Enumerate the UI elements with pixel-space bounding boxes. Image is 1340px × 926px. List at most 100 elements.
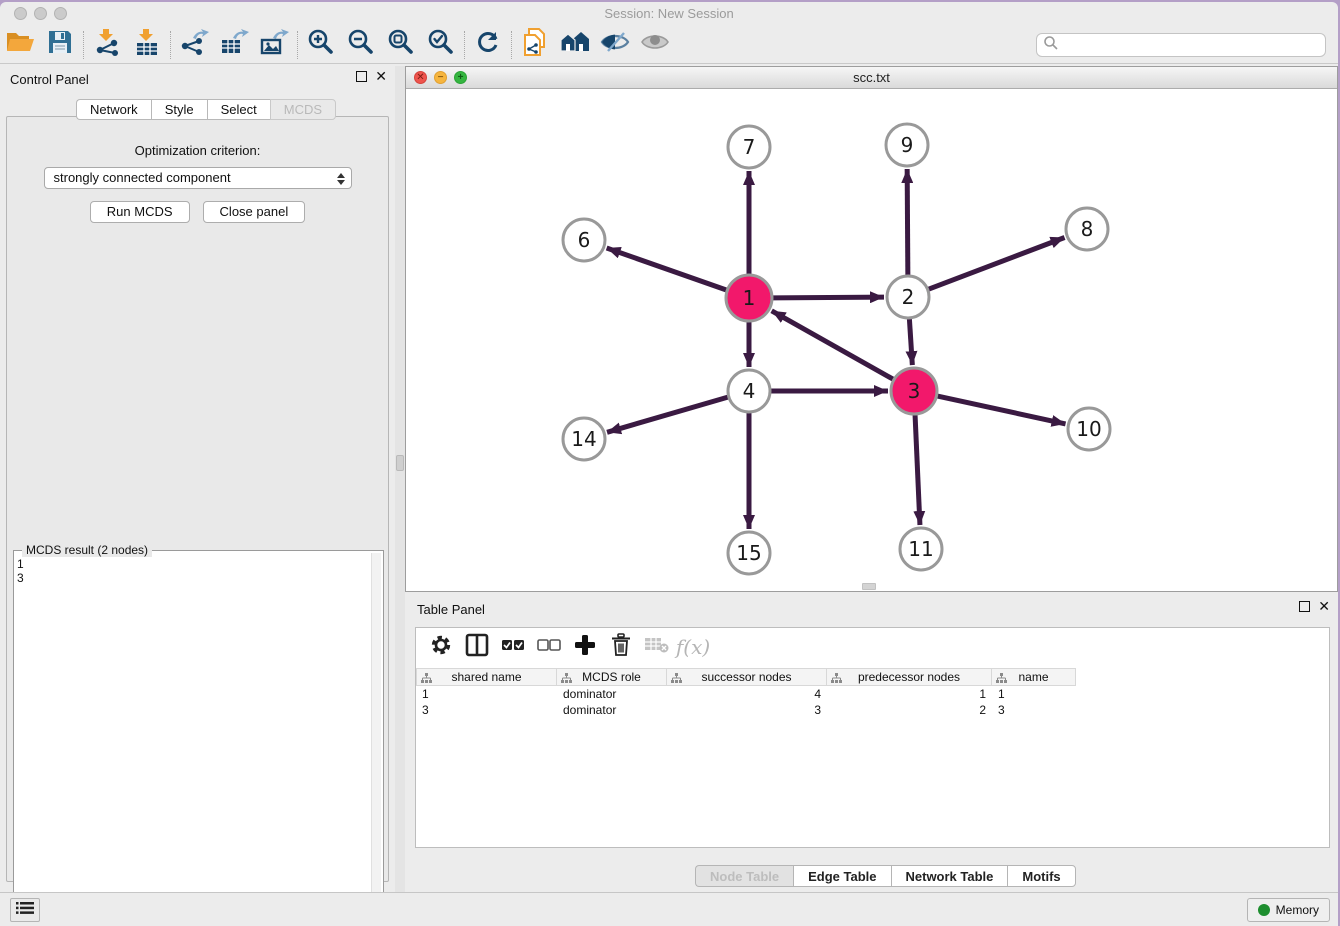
open-session-button[interactable] <box>0 29 40 61</box>
node-label-1: 1 <box>743 286 756 310</box>
cell-MCDS-role[interactable]: dominator <box>557 702 667 718</box>
app-titlebar: Session: New Session <box>0 2 1338 26</box>
fx-icon: f(x) <box>676 635 710 659</box>
control-panel-header: Control Panel ✕ <box>0 66 395 92</box>
export-table-button[interactable] <box>214 29 254 61</box>
cell-name[interactable]: 3 <box>992 702 1076 718</box>
edge-2-3[interactable] <box>909 319 912 365</box>
network-window-titlebar: ✕ − + scc.txt <box>406 67 1337 89</box>
toggle-column-button[interactable] <box>462 632 492 662</box>
zoom-fit-button[interactable] <box>381 29 421 61</box>
float-table-panel-icon[interactable] <box>1299 601 1310 612</box>
toolbar-separator <box>464 31 465 59</box>
close-panel-icon[interactable]: ✕ <box>375 71 387 82</box>
cell-name[interactable]: 1 <box>992 686 1076 702</box>
cell-successor-nodes[interactable]: 4 <box>667 686 827 702</box>
float-panel-icon[interactable] <box>356 71 367 82</box>
edge-1-2[interactable] <box>773 297 884 298</box>
edge-3-10[interactable] <box>937 396 1065 424</box>
zoom-selected-button[interactable] <box>421 29 461 61</box>
edge-3-1[interactable] <box>772 311 893 379</box>
control-panel-title: Control Panel <box>10 72 89 87</box>
refresh-view-button[interactable] <box>468 29 508 61</box>
tab-node-table[interactable]: Node Table <box>695 865 793 887</box>
cell-MCDS-role[interactable]: dominator <box>557 686 667 702</box>
copy-network-view-button[interactable] <box>515 29 555 61</box>
column-header-MCDS-role[interactable]: MCDS role <box>557 668 667 686</box>
deselect-all-rows-button[interactable] <box>534 632 564 662</box>
hide-selected-button[interactable] <box>595 29 635 61</box>
edge-1-6[interactable] <box>607 248 727 290</box>
checked-boxes-icon <box>501 638 525 657</box>
import-network-button[interactable] <box>87 29 127 61</box>
export-table-icon <box>219 28 249 61</box>
eye-slash-icon <box>600 30 630 59</box>
mcds-result-text: 1 3 <box>17 557 369 915</box>
toolbar-separator <box>170 31 171 59</box>
close-table-panel-icon[interactable]: ✕ <box>1318 601 1330 612</box>
app-title: Session: New Session <box>0 6 1338 21</box>
task-history-button[interactable] <box>10 898 40 922</box>
tab-edge-table[interactable]: Edge Table <box>793 865 890 887</box>
cell-shared-name[interactable]: 1 <box>416 686 557 702</box>
column-header-predecessor-nodes[interactable]: predecessor nodes <box>827 668 992 686</box>
table-panel-header: Table Panel ✕ <box>405 596 1338 622</box>
cell-shared-name[interactable]: 3 <box>416 702 557 718</box>
tab-style[interactable]: Style <box>151 99 207 120</box>
copy-pages-share-icon <box>521 27 549 62</box>
zoom-fit-icon <box>387 28 415 61</box>
import-table-icon <box>133 28 161 61</box>
memory-status-icon <box>1258 904 1270 916</box>
run-mcds-button[interactable]: Run MCDS <box>90 201 190 223</box>
edge-2-8[interactable] <box>929 238 1065 290</box>
export-image-icon <box>259 28 289 61</box>
toolbar-separator <box>297 31 298 59</box>
cell-predecessor-nodes[interactable]: 1 <box>827 686 992 702</box>
show-all-button[interactable] <box>635 29 675 61</box>
memory-button[interactable]: Memory <box>1247 898 1330 922</box>
main-toolbar <box>0 26 1338 64</box>
gear-icon <box>429 633 453 662</box>
edge-4-14[interactable] <box>607 397 728 432</box>
tab-mcds[interactable]: MCDS <box>270 99 336 120</box>
node-table: shared nameMCDS rolesuccessor nodesprede… <box>416 668 1329 718</box>
tab-network-table[interactable]: Network Table <box>891 865 1008 887</box>
edge-3-11[interactable] <box>915 415 920 525</box>
delete-row-button[interactable] <box>606 632 636 662</box>
tab-motifs[interactable]: Motifs <box>1007 865 1075 887</box>
result-scrollbar[interactable] <box>371 553 381 916</box>
edge-2-9[interactable] <box>907 169 908 275</box>
column-header-shared-name[interactable]: shared name <box>416 668 557 686</box>
network-canvas[interactable]: 7968124314101511 <box>406 89 1337 591</box>
export-network-button[interactable] <box>174 29 214 61</box>
close-panel-button[interactable]: Close panel <box>203 201 306 223</box>
cell-predecessor-nodes[interactable]: 2 <box>827 702 992 718</box>
toolbar-separator <box>511 31 512 59</box>
table-panel: Table Panel ✕ <box>405 596 1338 892</box>
criterion-dropdown[interactable]: strongly connected component <box>44 167 352 189</box>
cell-successor-nodes[interactable]: 3 <box>667 702 827 718</box>
tab-network[interactable]: Network <box>76 99 151 120</box>
quick-search-input[interactable] <box>1059 35 1325 55</box>
divider-handle-icon[interactable] <box>396 455 404 471</box>
table-row[interactable]: 3dominator323 <box>416 702 1329 718</box>
select-all-rows-button[interactable] <box>498 632 528 662</box>
add-row-button[interactable] <box>570 632 600 662</box>
import-table-button[interactable] <box>127 29 167 61</box>
export-network-icon <box>179 28 209 61</box>
export-image-button[interactable] <box>254 29 294 61</box>
canvas-resize-handle[interactable] <box>862 583 876 590</box>
panel-divider[interactable] <box>395 66 405 892</box>
column-header-name[interactable]: name <box>992 668 1076 686</box>
node-label-14: 14 <box>571 427 596 451</box>
tab-select[interactable]: Select <box>207 99 270 120</box>
zoom-out-button[interactable] <box>341 29 381 61</box>
save-session-button[interactable] <box>40 29 80 61</box>
table-settings-button[interactable] <box>426 632 456 662</box>
home-layout-button[interactable] <box>555 29 595 61</box>
node-label-15: 15 <box>736 541 761 565</box>
unchecked-boxes-icon <box>537 638 561 657</box>
column-header-successor-nodes[interactable]: successor nodes <box>667 668 827 686</box>
table-row[interactable]: 1dominator411 <box>416 686 1329 702</box>
zoom-in-button[interactable] <box>301 29 341 61</box>
